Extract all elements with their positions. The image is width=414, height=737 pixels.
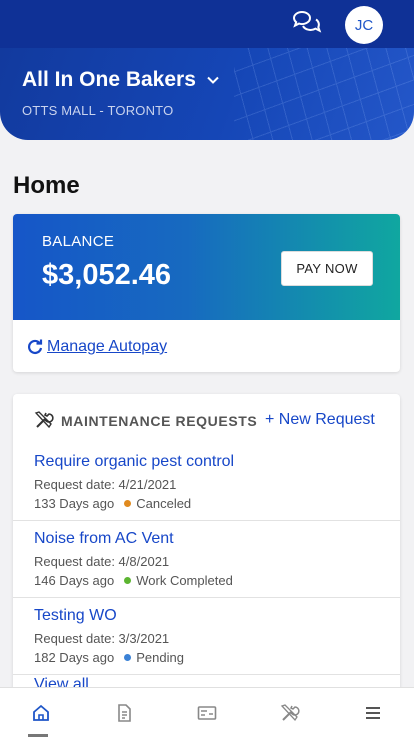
status-dot xyxy=(124,654,132,661)
nav-billing[interactable] xyxy=(166,688,249,737)
balance-panel: BALANCE $3,052.46 PAY NOW xyxy=(13,214,400,320)
home-icon xyxy=(33,704,50,721)
maintenance-header: MAINTENANCE REQUESTS + New Request xyxy=(13,394,400,440)
request-item[interactable]: Noise from AC Vent Request date: 4/8/202… xyxy=(13,521,400,598)
maintenance-icon xyxy=(280,703,300,721)
nav-maintenance[interactable] xyxy=(248,688,331,737)
nav-home[interactable] xyxy=(0,688,83,737)
request-date: Request date: 4/21/2021 xyxy=(34,477,177,492)
request-age: 133 Days ago xyxy=(34,496,115,511)
autopay-label: Manage Autopay xyxy=(47,338,168,355)
tools-icon xyxy=(34,411,54,429)
manage-autopay-link[interactable]: Manage Autopay xyxy=(27,338,167,356)
request-title: Require organic pest control xyxy=(34,453,235,470)
status-dot xyxy=(124,500,132,507)
chat-icon[interactable] xyxy=(290,10,322,38)
maintenance-card: MAINTENANCE REQUESTS + New Request Requi… xyxy=(13,394,400,694)
property-location: OTTS MALL - TORONTO xyxy=(22,103,174,118)
maintenance-title: MAINTENANCE REQUESTS xyxy=(61,413,258,429)
request-item[interactable]: Require organic pest control Request dat… xyxy=(13,444,400,521)
property-name: All In One Bakers xyxy=(22,68,196,91)
status-dot xyxy=(124,577,132,584)
request-age: 182 Days ago xyxy=(34,650,115,665)
request-status: Pending xyxy=(136,650,184,665)
billing-icon xyxy=(197,705,217,720)
balance-card: BALANCE $3,052.46 PAY NOW Manage Autopay xyxy=(13,214,400,372)
page-title: Home xyxy=(13,172,80,199)
pay-now-button[interactable]: PAY NOW xyxy=(281,251,373,286)
top-app-bar: JC xyxy=(0,0,414,48)
request-title: Noise from AC Vent xyxy=(34,530,174,547)
nav-documents[interactable] xyxy=(83,688,166,737)
user-avatar[interactable]: JC xyxy=(345,6,383,44)
request-age-row: 182 Days ago Pending xyxy=(34,650,184,665)
request-age-row: 146 Days ago Work Completed xyxy=(34,573,233,588)
property-selector[interactable]: All In One Bakers xyxy=(22,68,220,92)
request-title: Testing WO xyxy=(34,607,117,624)
nav-menu[interactable] xyxy=(331,688,414,737)
chevron-down-icon xyxy=(207,76,219,84)
menu-icon xyxy=(365,706,380,719)
request-date: Request date: 4/8/2021 xyxy=(34,554,170,569)
balance-label: BALANCE xyxy=(42,233,115,250)
request-status: Canceled xyxy=(136,496,192,511)
request-status: Work Completed xyxy=(136,573,233,588)
property-banner: All In One Bakers OTTS MALL - TORONTO xyxy=(0,48,414,140)
building-pattern xyxy=(234,48,414,140)
request-item[interactable]: Testing WO Request date: 3/3/2021 182 Da… xyxy=(13,598,400,675)
request-age: 146 Days ago xyxy=(34,573,115,588)
refresh-icon xyxy=(28,339,43,355)
balance-amount: $3,052.46 xyxy=(42,259,172,291)
bottom-navigation xyxy=(0,687,414,737)
new-request-link[interactable]: + New Request xyxy=(265,411,375,429)
document-icon xyxy=(118,703,131,722)
request-date: Request date: 3/3/2021 xyxy=(34,631,170,646)
request-age-row: 133 Days ago Canceled xyxy=(34,496,191,511)
